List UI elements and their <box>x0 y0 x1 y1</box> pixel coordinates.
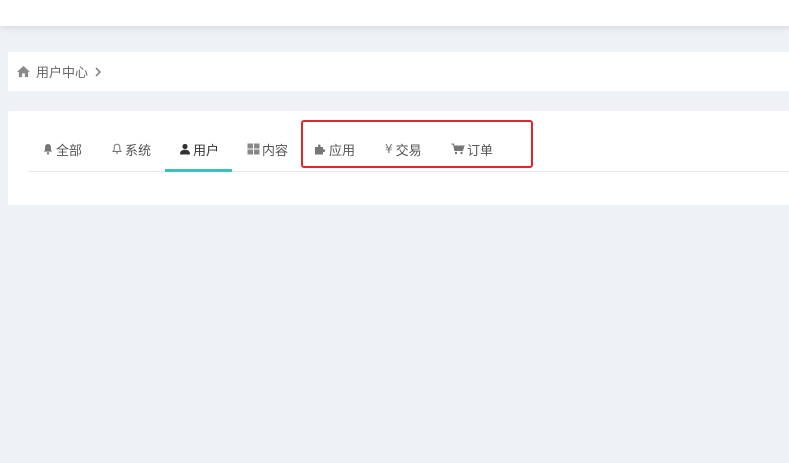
tab-all[interactable]: 全部 <box>42 127 82 171</box>
tab-transactions-label: 交易 <box>395 143 422 159</box>
home-icon[interactable] <box>16 65 31 78</box>
tab-user-label: 用户 <box>193 143 220 159</box>
notification-panel: 全部 系统 用户 内容 应用 ¥ 交易 订单 <box>8 111 789 205</box>
user-icon <box>180 143 190 155</box>
tab-system[interactable]: 系统 <box>111 127 151 171</box>
top-header-bar <box>0 0 789 26</box>
breadcrumb-current[interactable]: 用户中心 <box>36 62 88 81</box>
tab-transactions[interactable]: ¥ 交易 <box>385 127 422 171</box>
chevron-right-icon <box>95 66 102 77</box>
category-tabs: 全部 系统 用户 内容 应用 ¥ 交易 订单 <box>28 127 789 172</box>
yen-icon: ¥ <box>385 142 393 156</box>
tab-apps[interactable]: 应用 <box>314 127 355 171</box>
puzzle-icon <box>315 144 326 155</box>
cart-icon <box>451 143 465 155</box>
breadcrumb-bar: 用户中心 <box>8 52 789 91</box>
bell-outline-icon <box>111 143 123 154</box>
tab-content[interactable]: 内容 <box>247 127 288 171</box>
tab-orders-label: 订单 <box>467 143 494 159</box>
tab-apps-label: 应用 <box>329 143 356 159</box>
grid-icon <box>247 143 260 155</box>
tab-user[interactable]: 用户 <box>165 127 233 172</box>
breadcrumb: 用户中心 <box>8 62 102 81</box>
tab-system-label: 系统 <box>125 143 152 159</box>
tab-all-label: 全部 <box>56 143 83 159</box>
bell-filled-icon <box>43 144 53 155</box>
tab-orders[interactable]: 订单 <box>451 127 493 171</box>
tab-content-label: 内容 <box>262 143 289 159</box>
